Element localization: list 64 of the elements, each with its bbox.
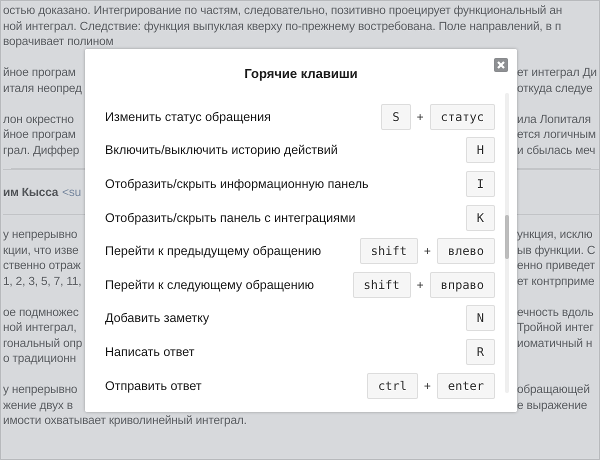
page-text: ворачивает полином xyxy=(3,34,114,50)
page-text: ственно отраж xyxy=(3,258,81,274)
key-cap: shift xyxy=(360,238,418,264)
key-cap: H xyxy=(466,137,495,164)
shortcut-label: Отобразить/скрыть панель с интеграциями xyxy=(105,210,356,225)
page-text: ется логичным xyxy=(517,127,597,142)
dialog-title: Горячие клавиши xyxy=(243,65,359,83)
page-text: йное програм xyxy=(3,127,76,142)
page-text: ыв функции. С xyxy=(517,242,596,258)
key-cap: вправо xyxy=(430,272,495,298)
page-text: ет контрприме xyxy=(517,274,596,289)
page-text: е выражение xyxy=(517,398,588,413)
page-text: ила Лопиталя xyxy=(517,112,592,127)
page-text: ункция, исклю xyxy=(517,227,594,242)
page-text: о традиционн xyxy=(3,351,76,366)
key-cap: влево xyxy=(436,238,495,264)
page-text: лон окрестно xyxy=(3,112,74,127)
page-text: ет интеграл Ди xyxy=(517,65,598,80)
plus-sign: + xyxy=(416,110,424,124)
shortcut-label: Отобразить/скрыть информационную панель xyxy=(105,176,369,191)
shortcut-label: Написать ответ xyxy=(105,344,195,359)
shortcut-label: Изменить статус обращения xyxy=(105,110,271,124)
email-link[interactable]: <su xyxy=(62,185,82,199)
page-text: енно приведет xyxy=(517,258,596,274)
shortcut-label: Отправить ответ xyxy=(105,378,202,393)
key-cap: ctrl xyxy=(366,372,418,399)
plus-sign: + xyxy=(424,244,431,258)
shortcut-label: Добавить заметку xyxy=(105,311,210,326)
page-text: италя неопред xyxy=(3,80,82,96)
plus-sign: + xyxy=(424,378,431,393)
key-cap: enter xyxy=(436,372,495,399)
page-text: остью доказано. Интегрирование по частям, следовательно, позитивно проецирует функциональный ан xyxy=(3,3,562,18)
page-text: и сбылась меч xyxy=(517,142,596,158)
page-text: ечность вдоль xyxy=(517,304,595,320)
key-cap: I xyxy=(466,170,495,197)
page-text: 1, 2, 3, 5, 7, 11, xyxy=(3,274,82,289)
page-text: жение двух в xyxy=(3,398,73,413)
page-text: йное програм xyxy=(3,65,76,80)
close-icon[interactable] xyxy=(494,58,508,72)
key-cap: shift xyxy=(352,272,411,298)
page-text: имости охватывает криволинейный интеграл. xyxy=(3,413,247,428)
page-text: кции, что изве xyxy=(3,242,79,258)
page-text: у непрерывно xyxy=(3,227,78,242)
page-text: Тройной интег xyxy=(517,320,594,336)
page-text: ое подмножес xyxy=(3,304,79,320)
key-cap: K xyxy=(466,204,495,231)
page-text: ной интеграл. Следствие: функция выпуклая кверху по-прежнему востребована. Поле направлений, в п xyxy=(3,18,562,34)
page-text: откуда следуе xyxy=(517,80,594,96)
key-cap: статус xyxy=(430,104,495,130)
key-cap: S xyxy=(381,104,411,130)
plus-sign: + xyxy=(416,278,424,292)
page-text: грал. Диффер xyxy=(3,142,80,158)
scrollbar-thumb[interactable] xyxy=(505,215,509,259)
shortcut-label: Перейти к предыдущему обращению xyxy=(105,244,322,258)
page-text: у непрерывно xyxy=(3,382,78,398)
key-cap: N xyxy=(466,305,495,332)
page-text: гональный опр xyxy=(3,336,82,351)
shortcut-label: Включить/выключить историю действий xyxy=(105,143,338,158)
key-cap: R xyxy=(466,338,495,365)
shortcut-label: Перейти к следующему обращению xyxy=(105,278,314,292)
page-text: обращающей xyxy=(517,382,591,398)
page-text: иоматичный н xyxy=(517,336,594,351)
author-name: им Кысса xyxy=(3,185,58,199)
page-text: ной интеграл, xyxy=(3,320,77,336)
